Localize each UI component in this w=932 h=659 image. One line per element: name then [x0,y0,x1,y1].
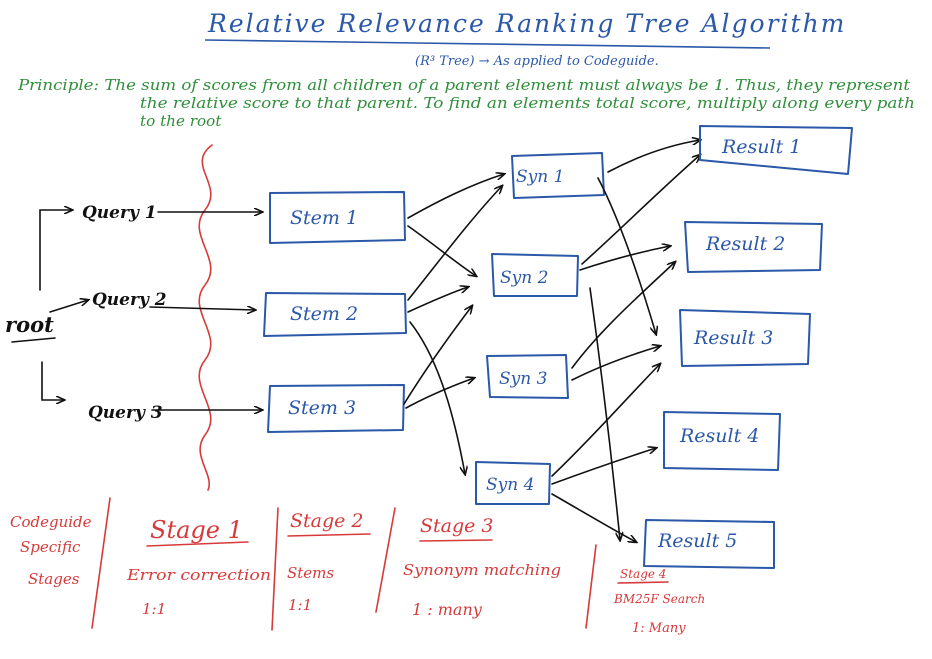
arrow-syn4-result5 [551,493,636,542]
stage-1-ratio: 1:1 [142,600,166,618]
arrow-stem3-syn3 [405,378,474,409]
root-to-query2 [49,300,88,313]
syn-4-label: Syn 4 [486,475,534,495]
result-2-label: Result 2 [705,233,785,255]
stem-2-label: Stem 2 [290,303,358,325]
result-4-label: Result 4 [679,425,759,447]
query-1-label: Query 1 [82,203,157,223]
stage-2-underline [287,533,371,537]
result-5-label: Result 5 [657,530,737,552]
stages-header-line-3: Stages [28,570,80,588]
stage-3-desc: Synonym matching [403,561,561,579]
stage-4-ratio: 1: Many [632,621,686,636]
algorithm-diagram: Relative Relevance Ranking Tree Algorith… [5,9,915,636]
stage-divider-2 [271,507,279,631]
result-4-node: Result 4 [663,411,781,471]
arrow-syn2-result5 [589,287,620,540]
syn-3-node: Syn 3 [486,354,569,399]
result-2-node: Result 2 [684,221,823,273]
stage-wave-divider [198,144,213,491]
principle-line-1: Principle: The sum of scores from all ch… [17,76,911,94]
root-bracket-down [41,361,64,400]
stem-2-node: Stem 2 [263,292,407,337]
stem-3-node: Stem 3 [267,384,405,433]
syn-1-node: Syn 1 [511,152,605,199]
principle-line-2: the relative score to that parent. To fi… [140,94,915,112]
stage-2-title: Stage 2 [290,510,364,532]
syn-2-node: Syn 2 [491,253,579,297]
stage-4-desc: BM25F Search [613,592,705,606]
root-label: root [5,312,54,337]
stage-2-ratio: 1:1 [288,596,312,614]
result-5-node: Result 5 [643,519,775,569]
arrow-syn3-result2 [571,262,675,369]
root-underline [11,337,56,343]
result-3-label: Result 3 [693,327,773,349]
stage-3-ratio: 1 : many [412,600,483,619]
diagram-subtitle: (R³ Tree) → As applied to Codeguide. [415,54,659,69]
arrow-syn4-result4 [551,448,656,485]
stage-4-title: Stage 4 [620,567,666,581]
stages-header-line-1: Codeguide [10,513,92,531]
stage-3-underline [419,539,493,542]
syn-4-node: Syn 4 [475,461,551,505]
arrow-stem1-syn2 [407,225,476,276]
result-1-node: Result 1 [699,125,853,175]
stage-4-underline [617,581,669,584]
stem-1-label: Stem 1 [290,207,358,229]
arrow-stem2-syn2 [407,287,468,313]
stage-divider-3 [375,507,396,613]
stem-1-node: Stem 1 [269,191,406,244]
syn-1-label: Syn 1 [516,167,564,187]
query-3-label: Query 3 [88,403,163,423]
arrow-stem3-syn2 [403,306,472,405]
arrow-syn2-result1 [581,155,700,265]
arrow-stem2-syn4 [409,321,465,474]
diagram-title: Relative Relevance Ranking Tree Algorith… [207,9,846,38]
arrow-stem1-syn1 [407,174,504,219]
stage-2-desc: Stems [287,564,334,582]
root-bracket-up [39,210,72,291]
title-underline [204,39,771,49]
stage-1-desc: Error correction [126,566,271,584]
arrow-stem2-syn1 [407,186,502,301]
arrow-syn2-result2 [579,246,670,271]
result-1-label: Result 1 [721,136,801,158]
stage-3-title: Stage 3 [420,515,494,537]
stage-1-title: Stage 1 [150,516,243,544]
result-3-node: Result 3 [679,309,811,367]
stem-3-label: Stem 3 [288,397,356,419]
principle-line-3: to the root [140,112,222,130]
stages-header-line-2: Specific [20,538,81,556]
syn-3-label: Syn 3 [499,369,547,389]
syn-2-label: Syn 2 [500,268,548,288]
stage-divider-1 [91,497,111,629]
stage-divider-4 [585,544,597,629]
